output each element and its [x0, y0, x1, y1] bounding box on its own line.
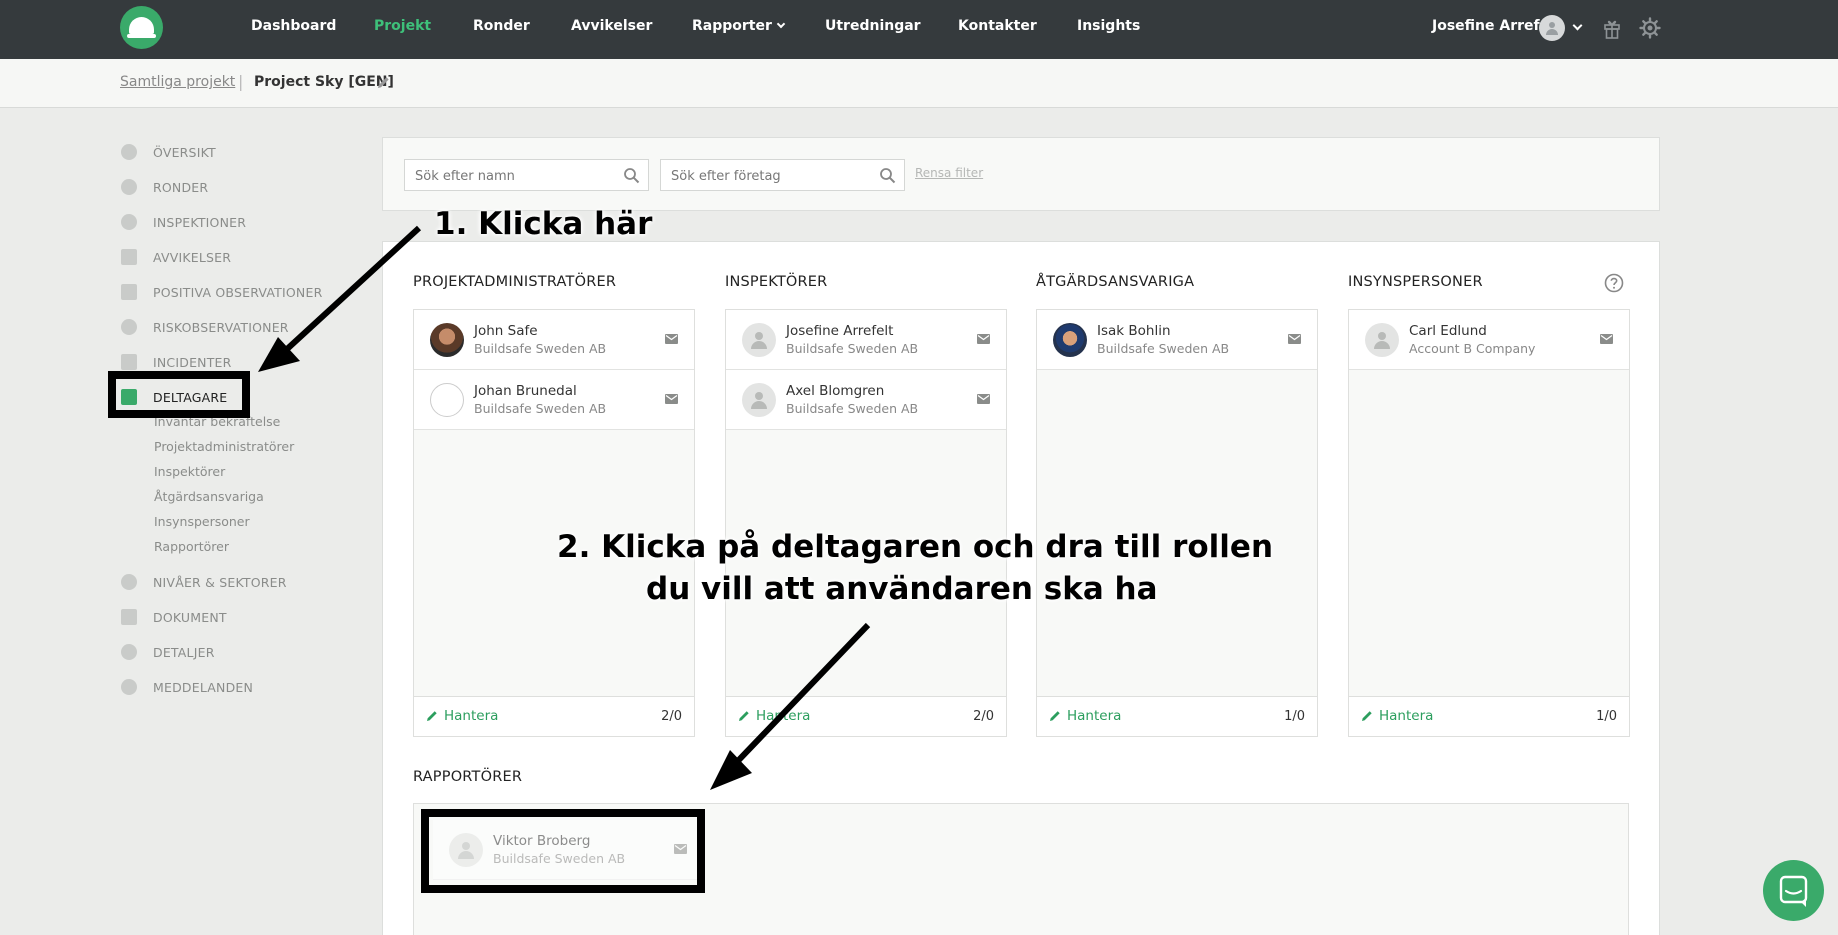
chat-button[interactable] [1763, 860, 1824, 921]
annotation-arrows [258, 225, 871, 790]
chat-icon [1779, 875, 1808, 907]
annotation-step-1: 1. Klicka här [434, 206, 653, 242]
annotation-step-2-line-2: du vill att användaren ska ha [646, 571, 1158, 607]
annotation-step-2-line-1: 2. Klicka på deltagaren och dra till rol… [557, 529, 1274, 565]
